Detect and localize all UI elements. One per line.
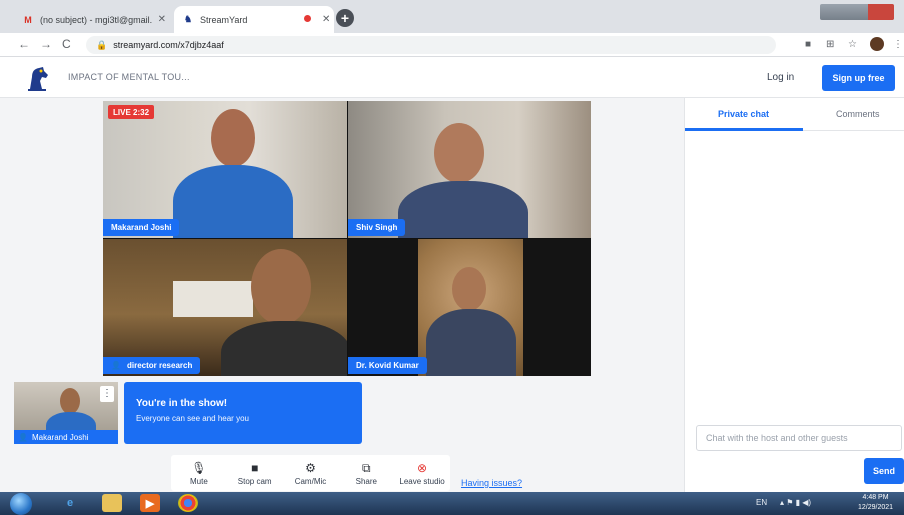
person-icon: 👤 xyxy=(18,432,28,442)
chat-input[interactable]: Chat with the host and other guests xyxy=(696,425,902,451)
participant-name: Shiv Singh xyxy=(348,219,406,236)
close-icon[interactable]: ✕ xyxy=(158,14,166,25)
participant-name: Dr. Kovid Kumar xyxy=(348,357,427,374)
cam-mic-button[interactable]: ⚙ Cam/Mic xyxy=(283,455,339,491)
share-screen-icon: ⧉ xyxy=(362,460,371,475)
participant-name: Makarand Joshi xyxy=(103,219,180,236)
video-feed xyxy=(418,239,523,376)
signup-button[interactable]: Sign up free xyxy=(822,65,895,91)
tab-close-button[interactable]: ✕ xyxy=(316,6,336,33)
video-tile-shiv[interactable]: Shiv Singh xyxy=(348,101,591,238)
browser-tab-gmail[interactable]: M (no subject) - mgi3tl@gmail.cc ✕ xyxy=(14,6,174,33)
clock-date: 12/29/2021 xyxy=(858,504,894,511)
app-header: IMPACT OF MENTAL TOU... Log in Sign up f… xyxy=(0,57,904,98)
leave-icon: ⊗ xyxy=(417,460,428,475)
address-input[interactable]: 🔒 streamyard.com/x7djbz4aaf xyxy=(86,36,776,54)
recording-indicator-icon xyxy=(304,15,311,22)
chat-tabs: Private chat Comments xyxy=(685,98,904,131)
close-icon[interactable]: ✕ xyxy=(322,14,330,25)
streamyard-icon: ♞ xyxy=(183,14,193,24)
self-view[interactable]: ⋮ 👤 Makarand Joshi xyxy=(14,382,118,444)
video-tile-kovid[interactable]: Dr. Kovid Kumar xyxy=(348,239,591,376)
folder-icon[interactable] xyxy=(102,494,122,512)
page-title: IMPACT OF MENTAL TOU... xyxy=(68,72,190,82)
video-tile-makarand[interactable]: LIVE 2:32 Makarand Joshi xyxy=(103,101,347,238)
new-tab-button[interactable]: + xyxy=(336,9,354,27)
live-badge: LIVE 2:32 xyxy=(108,105,155,119)
star-icon[interactable]: ☆ xyxy=(848,39,857,50)
camera-indicator-icon[interactable]: ■ xyxy=(805,39,811,50)
streamyard-logo-icon xyxy=(28,67,48,91)
having-issues-link[interactable]: Having issues? xyxy=(461,478,522,488)
reload-icon[interactable]: C xyxy=(62,37,71,51)
send-button[interactable]: Send xyxy=(864,458,904,484)
clock-time: 4:48 PM xyxy=(862,494,889,501)
browser-tab-strip: M (no subject) - mgi3tl@gmail.cc ✕ ♞ Str… xyxy=(0,0,904,33)
clock[interactable]: 4:48 PM 12/29/2021 xyxy=(858,493,893,513)
cam-mic-label: Cam/Mic xyxy=(294,476,327,486)
in-show-notice: You're in the show! Everyone can see and… xyxy=(124,382,362,444)
window-controls[interactable] xyxy=(820,4,894,20)
taskbar: e ▶ EN ▴ ⚑ ▮ ◀) 4:48 PM 12/29/2021 xyxy=(0,492,904,515)
stage: LIVE 2:32 Makarand Joshi Shiv Singh 👤 dir… xyxy=(0,98,684,492)
mute-button[interactable]: 🎙 Mute xyxy=(171,455,227,491)
tab-private-chat[interactable]: Private chat xyxy=(718,109,769,119)
background-banner xyxy=(173,281,253,317)
participant-name-text: director research xyxy=(126,361,193,370)
chrome-icon[interactable] xyxy=(178,494,198,512)
self-figure xyxy=(60,388,80,414)
lock-icon: 🔒 xyxy=(96,40,108,50)
start-button[interactable] xyxy=(10,493,32,515)
self-name-bar: 👤 Makarand Joshi xyxy=(14,430,118,444)
share-button[interactable]: ⧉ Share xyxy=(338,455,394,491)
person-icon: 👤 xyxy=(111,361,121,370)
stop-cam-label: Stop cam xyxy=(237,476,272,486)
self-name: Makarand Joshi xyxy=(31,432,89,442)
window-close-button[interactable] xyxy=(868,4,894,20)
chat-panel: Private chat Comments Chat with the host… xyxy=(684,98,904,492)
more-options-icon[interactable]: ⋮ xyxy=(100,386,114,402)
tray-language[interactable]: EN xyxy=(756,498,767,507)
leave-studio-button[interactable]: ⊗ Leave studio xyxy=(394,455,450,491)
tab-label: (no subject) - mgi3tl@gmail.cc xyxy=(40,14,152,25)
active-tab-indicator xyxy=(685,128,803,131)
address-text: streamyard.com/x7djbz4aaf xyxy=(113,40,224,50)
tab-comments[interactable]: Comments xyxy=(836,109,880,119)
stop-cam-button[interactable]: ■ Stop cam xyxy=(227,455,283,491)
mute-label: Mute xyxy=(190,476,208,486)
leave-label: Leave studio xyxy=(399,476,445,486)
forward-icon[interactable]: → xyxy=(40,37,52,51)
gear-icon: ⚙ xyxy=(305,460,316,475)
media-player-icon[interactable]: ▶ xyxy=(140,494,160,512)
video-tile-director[interactable]: 👤 director research xyxy=(103,239,347,376)
notice-subtitle: Everyone can see and hear you xyxy=(136,414,249,423)
studio-controls: 🎙 Mute ■ Stop cam ⚙ Cam/Mic ⧉ Share ⊗ Le… xyxy=(171,455,450,491)
mic-icon: 🎙 xyxy=(191,460,207,475)
profile-avatar[interactable] xyxy=(870,37,884,51)
menu-icon[interactable]: ⋮ xyxy=(893,39,903,50)
login-link[interactable]: Log in xyxy=(767,72,794,83)
back-icon[interactable]: ← xyxy=(18,37,30,51)
extension-icon[interactable]: ⊞ xyxy=(826,39,834,50)
gmail-icon: M xyxy=(24,14,32,25)
tray-icons[interactable]: ▴ ⚑ ▮ ◀) xyxy=(780,498,811,507)
address-bar-row: ← → C 🔒 streamyard.com/x7djbz4aaf ■ ⊞ ☆ ⋮ xyxy=(0,33,904,57)
ie-icon[interactable]: e xyxy=(60,494,80,512)
notice-title: You're in the show! xyxy=(136,398,228,409)
share-label: Share xyxy=(355,476,377,486)
participant-name: 👤 director research xyxy=(103,357,201,374)
camera-icon: ■ xyxy=(251,460,259,475)
video-grid: LIVE 2:32 Makarand Joshi Shiv Singh 👤 dir… xyxy=(103,101,591,376)
screen: M (no subject) - mgi3tl@gmail.cc ✕ ♞ Str… xyxy=(0,0,904,515)
